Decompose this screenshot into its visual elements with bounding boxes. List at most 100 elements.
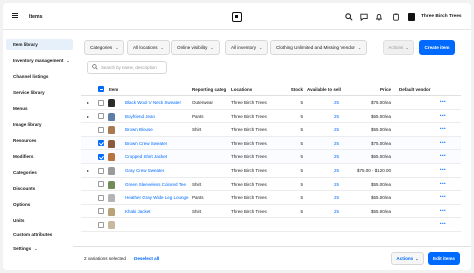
item-available[interactable]: 25 xyxy=(311,182,339,187)
table-row[interactable]: Cropped Shirt Jacket Three Birch Trees 5 25… xyxy=(81,150,461,164)
row-checkbox[interactable] xyxy=(98,113,104,120)
item-name[interactable]: Boyfriend Jean xyxy=(125,114,155,119)
item-name[interactable]: Black Wool V Neck Sweater xyxy=(125,100,181,105)
chevron-right-icon[interactable]: ▸ xyxy=(87,114,89,119)
sidebar-item-discounts[interactable]: Discounts xyxy=(6,183,73,194)
item-name[interactable]: Green Sleeveless Colored Tee xyxy=(125,182,186,187)
more-options-icon[interactable]: ••• xyxy=(437,140,449,145)
avatar[interactable] xyxy=(408,13,415,21)
brand-logo-icon[interactable] xyxy=(232,12,242,22)
select-all-checkbox[interactable] xyxy=(98,86,104,92)
locations-filter[interactable]: All locations ⌄ xyxy=(127,40,170,55)
more-options-icon[interactable]: ••• xyxy=(437,126,449,131)
column-header-available[interactable]: Available to sell xyxy=(307,87,347,92)
row-checkbox[interactable] xyxy=(98,167,104,174)
item-available[interactable]: 25 xyxy=(311,209,339,214)
search-icon xyxy=(92,63,98,72)
item-name[interactable]: Cropped Shirt Jacket xyxy=(125,154,167,159)
item-price: $65.00/ea xyxy=(370,113,391,119)
sidebar-item-modifiers[interactable]: Modifiers xyxy=(6,151,73,162)
column-header-category[interactable]: Reporting categ xyxy=(192,87,228,92)
item-available[interactable]: 25 xyxy=(311,100,339,105)
more-options-icon[interactable]: ••• xyxy=(437,208,449,213)
table-row[interactable]: ▸ Boyfriend Jean Pants Three Birch Trees 5 25… xyxy=(81,110,461,124)
item-thumbnail xyxy=(107,98,116,108)
bell-icon[interactable] xyxy=(374,12,383,21)
more-options-icon[interactable]: ••• xyxy=(437,113,449,118)
row-checkbox[interactable] xyxy=(98,208,104,215)
table-row[interactable]: ▸ Gray Crew Sweater Three Birch Trees 5 25 $7… xyxy=(81,164,461,178)
table-row[interactable]: Khaki Jacket Shirt Three Birch Trees 5 25 $55… xyxy=(81,205,461,219)
item-name[interactable]: Brown Crew Sweater xyxy=(125,141,167,146)
item-name[interactable]: Heather Gray Wide Leg Lounge xyxy=(125,195,189,200)
item-thumbnail xyxy=(107,180,116,190)
column-header-vendor[interactable]: Default vendor xyxy=(399,87,439,92)
sidebar-item-units[interactable]: Units xyxy=(6,215,73,226)
more-options-icon[interactable]: ••• xyxy=(437,99,449,104)
sidebar-item-custom-attributes[interactable]: Custom attributes xyxy=(6,229,73,240)
search-input[interactable] xyxy=(101,65,166,70)
create-item-button[interactable]: Create item xyxy=(419,40,455,55)
sidebar-item-settings[interactable]: Settings ⌄ xyxy=(6,243,73,254)
more-options-icon[interactable]: ••• xyxy=(437,167,449,172)
item-name[interactable]: Brown Blouse xyxy=(125,127,153,132)
item-name[interactable]: Gray Crew Sweater xyxy=(125,168,164,173)
item-available[interactable]: 25 xyxy=(311,127,339,132)
sidebar-item-service-library[interactable]: Service library xyxy=(6,87,73,98)
sidebar-item-options[interactable]: Options xyxy=(6,199,73,210)
table-row[interactable]: Brown Crew Sweater Three Birch Trees 5 25 $7… xyxy=(81,136,461,151)
sidebar-item-image-library[interactable]: Image library xyxy=(6,119,73,130)
chevron-down-icon: ⌄ xyxy=(210,46,214,50)
sidebar-item-channel-listings[interactable]: Channel listings xyxy=(6,71,73,82)
more-options-icon[interactable]: ••• xyxy=(437,153,449,158)
item-available[interactable]: 25 xyxy=(311,141,339,146)
row-checkbox[interactable] xyxy=(98,153,104,160)
more-options-icon[interactable]: ••• xyxy=(437,181,449,186)
item-available[interactable]: 25 xyxy=(311,114,339,119)
user-name[interactable]: Three Birch Trees xyxy=(421,14,462,19)
sidebar-item-label: Item library xyxy=(13,42,38,47)
row-checkbox[interactable] xyxy=(98,140,104,147)
item-price: $55.00/ea xyxy=(370,208,391,214)
table-row[interactable]: ••• xyxy=(81,218,461,232)
sidebar-item-categories[interactable]: Categories xyxy=(6,167,73,178)
chevron-down-icon: ⌄ xyxy=(405,45,409,50)
more-options-icon[interactable]: ••• xyxy=(437,194,449,199)
chat-icon[interactable] xyxy=(359,12,368,21)
row-checkbox[interactable] xyxy=(98,99,104,106)
more-options-icon[interactable]: ••• xyxy=(437,221,449,226)
item-available[interactable]: 25 xyxy=(311,168,339,173)
row-checkbox[interactable] xyxy=(98,194,104,201)
sidebar-item-menus[interactable]: Menus xyxy=(6,103,73,114)
actions-button[interactable]: Actions ⌄ xyxy=(383,40,414,55)
column-header-price[interactable]: Price xyxy=(351,87,391,92)
inventory-filter[interactable]: All inventory ⌄ xyxy=(225,40,269,55)
table-row[interactable]: Brown Blouse Shirt Three Birch Trees 5 25 $55… xyxy=(81,123,461,137)
row-checkbox[interactable] xyxy=(98,181,104,188)
table-row[interactable]: ▸ Black Wool V Neck Sweater Outerwear Three… xyxy=(81,96,461,110)
sidebar-item-item-library[interactable]: Item library xyxy=(6,39,73,50)
chevron-right-icon[interactable]: ▸ xyxy=(87,168,89,173)
sidebar-item-resources[interactable]: Resources xyxy=(6,135,73,146)
search-icon[interactable] xyxy=(344,12,353,21)
chevron-right-icon[interactable]: ▸ xyxy=(87,100,89,105)
visibility-filter[interactable]: Online visibility ⌄ xyxy=(171,40,220,55)
edit-items-button[interactable]: Edit items xyxy=(428,252,460,265)
column-header-stock[interactable]: Stock xyxy=(283,87,303,92)
table-row[interactable]: Green Sleeveless Colored Tee Shirt Three B… xyxy=(81,178,461,192)
column-header-item[interactable]: Item xyxy=(109,87,118,92)
item-name[interactable]: Khaki Jacket xyxy=(125,209,151,214)
row-checkbox[interactable] xyxy=(98,126,104,133)
table-row[interactable]: Heather Gray Wide Leg Lounge Pants Three B… xyxy=(81,191,461,205)
vendor-filter[interactable]: Clothing Unlimited and Missing Vendor ⌄ xyxy=(270,40,368,55)
menu-icon[interactable] xyxy=(12,13,18,18)
sidebar-item-inventory-management[interactable]: Inventory management ⌄ xyxy=(6,55,73,66)
item-available[interactable]: 25 xyxy=(311,195,339,200)
categories-filter[interactable]: Categories ⌄ xyxy=(84,40,125,55)
item-available[interactable]: 25 xyxy=(311,154,339,159)
clipboard-icon[interactable] xyxy=(391,12,400,21)
row-checkbox[interactable] xyxy=(98,221,104,228)
footer-actions-button[interactable]: Actions ⌄ xyxy=(391,252,424,265)
column-header-locations[interactable]: Locations xyxy=(231,87,252,92)
deselect-all-link[interactable]: Deselect all xyxy=(134,256,159,261)
